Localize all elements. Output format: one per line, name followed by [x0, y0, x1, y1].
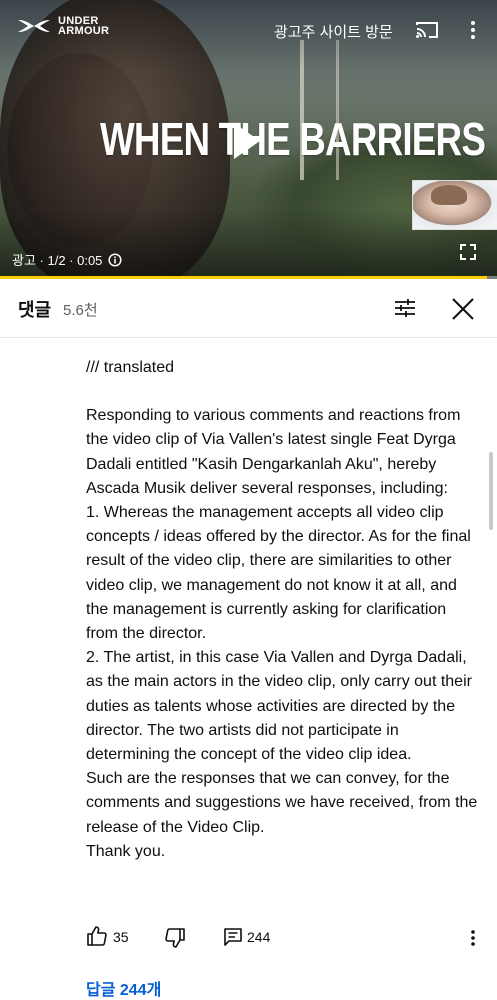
visit-advertiser-link[interactable]: 광고주 사이트 방문	[274, 21, 393, 42]
comment-paragraph: 1. Whereas the management accepts all vi…	[86, 504, 471, 643]
comment-text: /// translated Responding to various com…	[86, 356, 481, 864]
comment-paragraph: Responding to various comments and react…	[86, 407, 461, 497]
ad-headline: WHEN THE BARRIERS	[100, 113, 486, 165]
play-icon[interactable]	[230, 121, 262, 161]
video-player[interactable]: UNDER ARMOUR 광고주 사이트 방문 WHEN THE BARRIER…	[0, 0, 497, 279]
more-options-icon[interactable]	[463, 18, 483, 42]
reply-count: 244	[247, 929, 271, 945]
like-count: 35	[113, 929, 129, 945]
comment-paragraph: Thank you.	[86, 842, 166, 860]
comment-paragraph	[86, 380, 481, 404]
advertiser-logo[interactable]: UNDER ARMOUR	[16, 16, 110, 37]
ad-counter-text: 광고 · 1/2 · 0:05	[12, 253, 103, 268]
comment-more-icon[interactable]	[466, 928, 480, 948]
fullscreen-icon[interactable]	[458, 242, 478, 262]
comments-title: 댓글	[18, 300, 52, 320]
info-icon[interactable]	[108, 252, 122, 267]
close-icon[interactable]	[450, 296, 476, 322]
comment-paragraph: Such are the responses that we can conve…	[86, 770, 478, 836]
comments-header: 댓글 5.6천	[0, 279, 497, 338]
comment-actions: 35 244	[86, 924, 486, 950]
scrollbar[interactable]	[489, 452, 493, 530]
reply-icon[interactable]	[223, 927, 243, 947]
brand-line-2: ARMOUR	[58, 25, 110, 37]
comment-paragraph: /// translated	[86, 359, 175, 376]
picture-in-picture-thumbnail[interactable]	[412, 180, 497, 230]
view-replies-link[interactable]: 답글 244개	[86, 976, 161, 1000]
like-icon[interactable]	[86, 925, 108, 947]
ad-counter: 광고 · 1/2 · 0:05	[12, 250, 122, 269]
comment-paragraph: 2. The artist, in this case Via Vallen a…	[86, 649, 472, 764]
under-armour-logo-icon	[18, 20, 50, 32]
cast-icon[interactable]	[415, 20, 439, 40]
comments-count: 5.6천	[63, 302, 98, 319]
dislike-icon[interactable]	[164, 927, 186, 949]
sort-filter-icon[interactable]	[392, 296, 418, 320]
